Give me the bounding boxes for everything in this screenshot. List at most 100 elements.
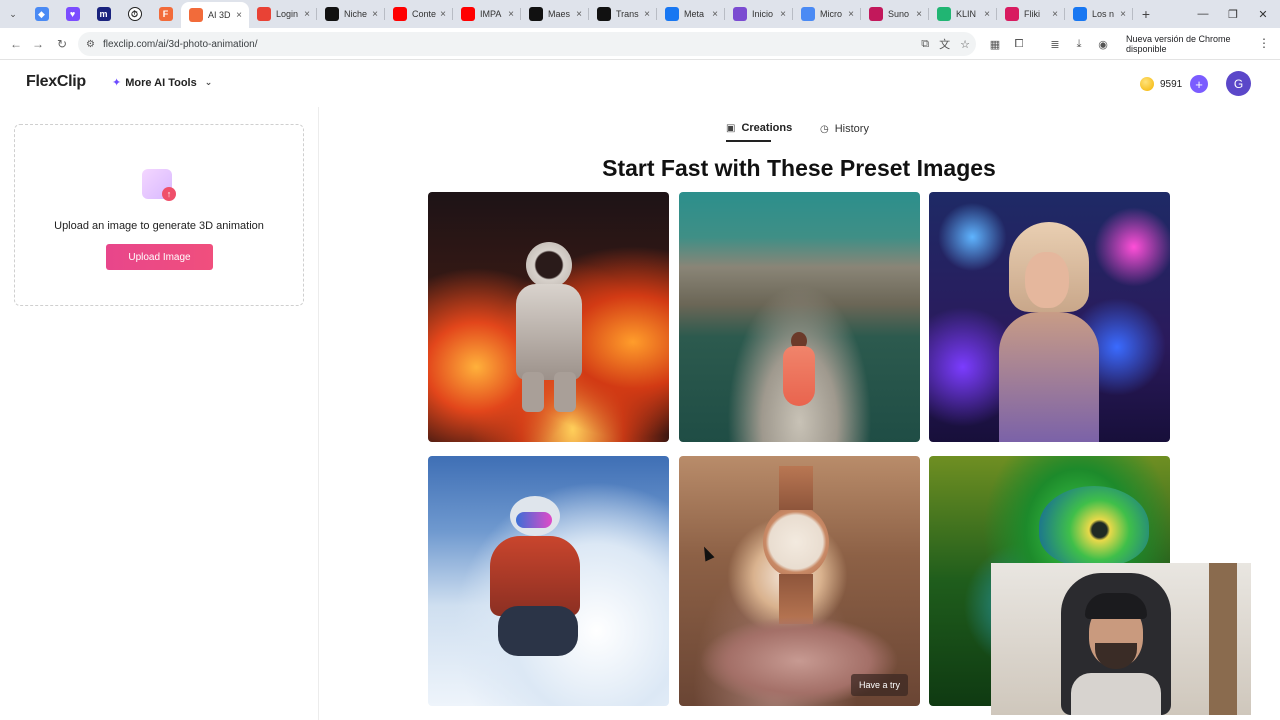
translate-icon[interactable]: 文 xyxy=(939,36,950,52)
browser-tab-title: Los n xyxy=(1092,9,1115,19)
tiktok-icon xyxy=(597,7,611,21)
preset-woman-mountain-lake[interactable] xyxy=(679,192,920,442)
microsoft-icon xyxy=(801,7,815,21)
browser-toolbar: ← → ↻ ⚙ flexclip.com/ai/3d-photo-animati… xyxy=(0,28,1280,60)
pinned-tab-1[interactable]: ◆ xyxy=(26,0,57,28)
youtube-icon xyxy=(393,7,407,21)
close-tab-icon[interactable]: × xyxy=(913,9,925,20)
kling-icon xyxy=(937,7,951,21)
tab-creations[interactable]: ▣ Creations xyxy=(726,116,792,142)
bookmark-star-icon[interactable]: ☆ xyxy=(960,38,970,51)
close-tab-icon[interactable]: × xyxy=(981,9,993,20)
browser-tab-7[interactable]: Meta × xyxy=(657,0,725,28)
browser-tab-2[interactable]: Niche × xyxy=(317,0,385,28)
flexclip-logo[interactable]: FlexClip xyxy=(26,73,86,91)
reading-list-icon[interactable]: ≣ xyxy=(1048,34,1062,54)
restore-window-icon[interactable]: ❐ xyxy=(1218,0,1248,28)
browser-tab-5[interactable]: Maes × xyxy=(521,0,589,28)
more-ai-tools-label: More AI Tools xyxy=(125,76,197,89)
pinned-shield-icon: ♥ xyxy=(65,7,80,21)
more-ai-tools-dropdown[interactable]: ✦ More AI Tools ⌄ xyxy=(112,76,213,90)
new-tab-button[interactable]: + xyxy=(1133,0,1159,28)
forward-icon[interactable]: → xyxy=(26,32,50,56)
url-text: flexclip.com/ai/3d-photo-animation/ xyxy=(102,38,258,50)
browser-tab-9[interactable]: Micro × xyxy=(793,0,861,28)
add-credits-button[interactable]: + xyxy=(1190,75,1208,93)
coin-icon xyxy=(1140,77,1154,91)
pinned-tab-3[interactable]: m xyxy=(88,0,119,28)
credits-display[interactable]: 9591 xyxy=(1140,74,1182,94)
browser-tab-title: Login xyxy=(276,9,299,19)
fliki-icon xyxy=(1005,7,1019,21)
chevron-down-icon: ⌄ xyxy=(204,77,213,87)
pinned-clock-icon: ⏱ xyxy=(127,7,142,21)
tab-history-label: History xyxy=(834,123,869,135)
cast-icon[interactable]: ⧉ xyxy=(921,38,929,51)
upload-instruction: Upload an image to generate 3D animation xyxy=(54,220,264,232)
facebook-icon xyxy=(1073,7,1087,21)
tab-search-icon[interactable]: ⌄ xyxy=(0,0,26,28)
minimize-window-icon[interactable]: — xyxy=(1188,0,1218,28)
extension-1-icon[interactable]: ▦ xyxy=(988,34,1002,54)
browser-tab-strip: ⌄ ◆ ♥ m ⏱ F AI 3D × Login × Niche × Conte × IMPA… xyxy=(0,0,1280,28)
panel-divider xyxy=(318,107,319,720)
reload-icon[interactable]: ↻ xyxy=(50,32,74,56)
meta-icon xyxy=(665,7,679,21)
browser-tab-6[interactable]: Trans × xyxy=(589,0,657,28)
upload-image-icon: ↑ xyxy=(142,169,176,201)
close-tab-icon[interactable]: × xyxy=(777,9,789,20)
download-icon[interactable]: ⤓ xyxy=(1072,34,1086,54)
pinned-tab-2[interactable]: ♥ xyxy=(57,0,88,28)
close-tab-icon[interactable]: × xyxy=(505,9,517,20)
browser-tab-10[interactable]: Suno × xyxy=(861,0,929,28)
close-tab-icon[interactable]: × xyxy=(1049,9,1061,20)
pinned-tab-5[interactable]: F xyxy=(150,0,181,28)
back-icon[interactable]: ← xyxy=(4,32,28,56)
upload-image-button[interactable]: Upload Image xyxy=(106,244,213,270)
logo-text: FlexClip xyxy=(26,73,86,90)
close-tab-icon[interactable]: × xyxy=(233,10,245,21)
preset-skier-snow[interactable] xyxy=(428,456,669,706)
have-a-try-button[interactable]: Have a try xyxy=(850,674,908,696)
preset-astronaut-lava[interactable] xyxy=(428,192,669,442)
close-tab-icon[interactable]: × xyxy=(301,9,313,20)
browser-tab-4[interactable]: IMPA × xyxy=(453,0,521,28)
browser-tab-11[interactable]: KLIN × xyxy=(929,0,997,28)
sparkle-icon: ✦ xyxy=(112,77,122,89)
chrome-menu-icon[interactable]: ⋮ xyxy=(1258,36,1270,50)
tab-history[interactable]: ◷ History xyxy=(820,116,869,142)
close-tab-icon[interactable]: × xyxy=(641,9,653,20)
creations-icon: ▣ xyxy=(726,122,736,134)
upload-dropzone[interactable]: ↑ Upload an image to generate 3D animati… xyxy=(14,124,304,306)
browser-tab-3[interactable]: Conte × xyxy=(385,0,453,28)
close-tab-icon[interactable]: × xyxy=(573,9,585,20)
extensions-puzzle-icon[interactable]: ⧠ xyxy=(1012,34,1026,54)
close-tab-icon[interactable]: × xyxy=(369,9,381,20)
user-avatar[interactable]: G xyxy=(1226,71,1251,96)
profile-icon[interactable]: ◉ xyxy=(1096,34,1110,54)
suno-icon xyxy=(869,7,883,21)
chrome-update-pill[interactable]: Nueva versión de Chrome disponible xyxy=(1122,33,1280,55)
close-tab-icon[interactable]: × xyxy=(845,9,857,20)
browser-tab-12[interactable]: Fliki × xyxy=(997,0,1065,28)
browser-tab-title: AI 3D xyxy=(208,10,231,20)
close-window-icon[interactable]: ✕ xyxy=(1248,0,1278,28)
pinned-tab-4[interactable]: ⏱ xyxy=(119,0,150,28)
browser-tab-title: IMPA xyxy=(480,9,502,19)
tiktok-icon xyxy=(529,7,543,21)
address-bar[interactable]: ⚙ flexclip.com/ai/3d-photo-animation/ ⧉ … xyxy=(78,32,976,56)
close-tab-icon[interactable]: × xyxy=(709,9,721,20)
preset-woman-neon-city[interactable] xyxy=(929,192,1170,442)
browser-tab-title: KLIN xyxy=(956,9,977,19)
browser-tab-13[interactable]: Los n × xyxy=(1065,0,1133,28)
browser-tab-0[interactable]: AI 3D × xyxy=(181,2,249,28)
login-icon xyxy=(257,7,271,21)
tab-list: AI 3D × Login × Niche × Conte × IMPA × Maes × Trans ×… xyxy=(181,0,1133,28)
browser-tab-8[interactable]: Inicio × xyxy=(725,0,793,28)
browser-tab-title: Inicio xyxy=(752,9,774,19)
site-info-icon[interactable]: ⚙ xyxy=(86,39,95,50)
preset-watch-roses[interactable]: Have a try xyxy=(679,456,920,706)
close-tab-icon[interactable]: × xyxy=(437,9,449,20)
close-tab-icon[interactable]: × xyxy=(1117,9,1129,20)
browser-tab-1[interactable]: Login × xyxy=(249,0,317,28)
